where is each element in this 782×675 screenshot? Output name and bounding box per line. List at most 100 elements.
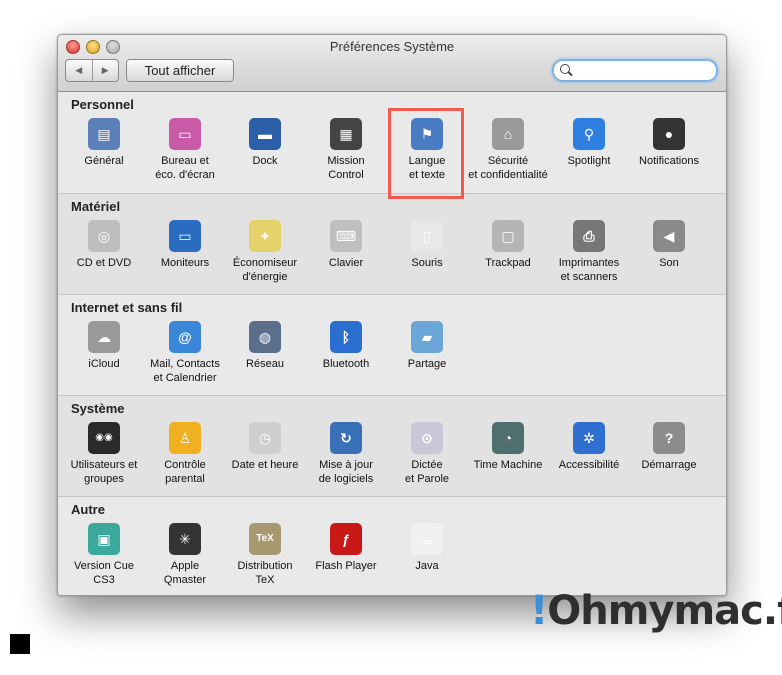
printer-icon: ⎙ (573, 220, 605, 252)
icon-glyph: ▢ (501, 228, 515, 244)
icon-glyph: @ (178, 329, 192, 345)
tex-icon: TeX (249, 523, 281, 555)
pref-pane-label: Time Machine (473, 459, 543, 471)
icon-glyph: ↻ (340, 430, 352, 446)
pref-pane-item[interactable]: ♙ Contrôle parental (145, 422, 225, 486)
pref-pane-item[interactable]: ◉◉ Utilisateurs et groupes (64, 422, 144, 486)
pref-pane-label: CD et DVD (76, 257, 132, 269)
icon-glyph: ◀ (663, 228, 675, 244)
pref-pane-label: Général (84, 155, 124, 167)
icon-glyph: ♙ (178, 430, 192, 446)
pref-pane-label: Bureau et éco. d'écran (155, 155, 215, 181)
pref-pane-item[interactable]: ⌨ Clavier (306, 220, 386, 270)
pref-pane-item[interactable]: ☕ Java (387, 523, 467, 573)
bulb-icon: ✦ (249, 220, 281, 252)
show-all-button[interactable]: Tout afficher (126, 59, 234, 82)
pref-pane-label: Sécurité et confidentialité (468, 155, 548, 181)
pref-pane-label: Utilisateurs et groupes (70, 459, 138, 485)
pref-pane-label: Contrôle parental (164, 459, 206, 485)
pref-pane-item[interactable]: ◀ Son (629, 220, 709, 270)
pref-pane-item[interactable]: ◔ Time Machine (468, 422, 548, 472)
pref-pane-item[interactable]: ● Notifications (629, 118, 709, 168)
icon-glyph: ◔ (503, 430, 513, 446)
pref-pane-item[interactable]: ✦ Économiseur d'énergie (225, 220, 305, 284)
section-title: Internet et sans fil (71, 300, 183, 315)
pref-pane-item[interactable]: ☁ iCloud (64, 321, 144, 371)
pref-pane-item[interactable]: ƒ Flash Player (306, 523, 386, 573)
icon-glyph: ▭ (178, 126, 192, 142)
trackpad-icon: ▢ (492, 220, 524, 252)
sharing-folder-icon: ▰ (411, 321, 443, 353)
pref-pane-item[interactable]: ? Démarrage (629, 422, 709, 472)
pref-pane-label: Version Cue CS3 (74, 560, 134, 586)
mouse-icon: ▯ (411, 220, 443, 252)
pref-pane-item[interactable]: ◍ Réseau (225, 321, 305, 371)
qmaster-icon: ✳ (169, 523, 201, 555)
search-input[interactable] (572, 62, 707, 77)
highlight-box (388, 108, 464, 199)
update-icon: ↻ (330, 422, 362, 454)
icon-glyph: ▬ (258, 126, 272, 142)
title-bar: Préférences Système ◀ ▶ Tout afficher (58, 35, 726, 92)
pref-pane-item[interactable]: ▭ Bureau et éco. d'écran (145, 118, 225, 182)
pref-pane-label: Bluetooth (322, 358, 370, 370)
pref-pane-label: Apple Qmaster (163, 560, 207, 586)
icon-glyph: ⚲ (583, 126, 595, 142)
network-globe-icon: ◍ (249, 321, 281, 353)
disc-icon: ◎ (88, 220, 120, 252)
icon-glyph: ☁ (97, 329, 111, 345)
pref-pane-item[interactable]: ⎙ Imprimantes et scanners (549, 220, 629, 284)
pref-pane-item[interactable]: ▭ Moniteurs (145, 220, 225, 270)
pref-pane-item[interactable]: ▯ Souris (387, 220, 467, 270)
keyboard-icon: ⌨ (330, 220, 362, 252)
watermark-logo: !Ohmymac.fr (530, 588, 782, 634)
icon-glyph: ● (664, 126, 674, 142)
pref-pane-item[interactable]: ◎ CD et DVD (64, 220, 144, 270)
users-icon: ◉◉ (88, 422, 120, 454)
pref-pane-label: Démarrage (641, 459, 697, 471)
pref-pane-label: Dock (252, 155, 278, 167)
version-cue-icon: ▣ (88, 523, 120, 555)
search-field[interactable] (552, 59, 718, 82)
black-square (10, 634, 30, 654)
pref-pane-item[interactable]: ▢ Trackpad (468, 220, 548, 270)
pref-pane-item[interactable]: ᛒ Bluetooth (306, 321, 386, 371)
icon-glyph: ᛒ (341, 329, 351, 345)
section-title: Personnel (71, 97, 134, 112)
pref-pane-item[interactable]: ▬ Dock (225, 118, 305, 168)
pref-pane-item[interactable]: ⌂ Sécurité et confidentialité (468, 118, 548, 182)
accessibility-icon: ✲ (573, 422, 605, 454)
icon-glyph: ⎙ (583, 228, 595, 244)
icon-glyph: ✳ (179, 531, 191, 547)
at-icon: @ (169, 321, 201, 353)
pref-pane-item[interactable]: ⚲ Spotlight (549, 118, 629, 168)
pref-pane-label: Mission Control (327, 155, 365, 181)
pref-pane-item[interactable]: ↻ Mise à jour de logiciels (306, 422, 386, 486)
pref-pane-item[interactable]: ✲ Accessibilité (549, 422, 629, 472)
pref-pane-item[interactable]: ⊙ Dictée et Parole (387, 422, 467, 486)
pref-pane-item[interactable]: ▰ Partage (387, 321, 467, 371)
pref-pane-label: Moniteurs (160, 257, 210, 269)
pref-pane-label: Clavier (328, 257, 364, 269)
pref-pane-item[interactable]: ▣ Version Cue CS3 (64, 523, 144, 587)
icon-glyph: ? (664, 430, 674, 446)
forward-button[interactable]: ▶ (91, 60, 119, 81)
pref-pane-item[interactable]: ✳ Apple Qmaster (145, 523, 225, 587)
icon-glyph: TeX (256, 533, 274, 544)
pref-pane-item[interactable]: ▦ Mission Control (306, 118, 386, 182)
pref-pane-label: Son (659, 257, 679, 269)
pref-pane-item[interactable]: @ Mail, Contacts et Calendrier (145, 321, 225, 385)
back-button[interactable]: ◀ (66, 60, 92, 81)
notifications-icon: ● (653, 118, 685, 150)
window-title: Préférences Système (329, 39, 455, 54)
pref-pane-item[interactable]: TeX Distribution TeX (225, 523, 305, 587)
pref-pane-item[interactable]: ▤ Général (64, 118, 144, 168)
section-2: Internet et sans fil ☁ iCloud @ Mail, Contac… (58, 294, 726, 395)
pref-pane-label: Partage (407, 358, 447, 370)
time-machine-icon: ◔ (492, 422, 524, 454)
pref-pane-item[interactable]: ◷ Date et heure (225, 422, 305, 472)
monitor-icon: ▭ (169, 220, 201, 252)
pref-pane-label: Distribution TeX (237, 560, 293, 586)
pref-pane-label: Java (415, 560, 439, 572)
system-preferences-window: Préférences Système ◀ ▶ Tout afficher Pe… (57, 34, 727, 596)
